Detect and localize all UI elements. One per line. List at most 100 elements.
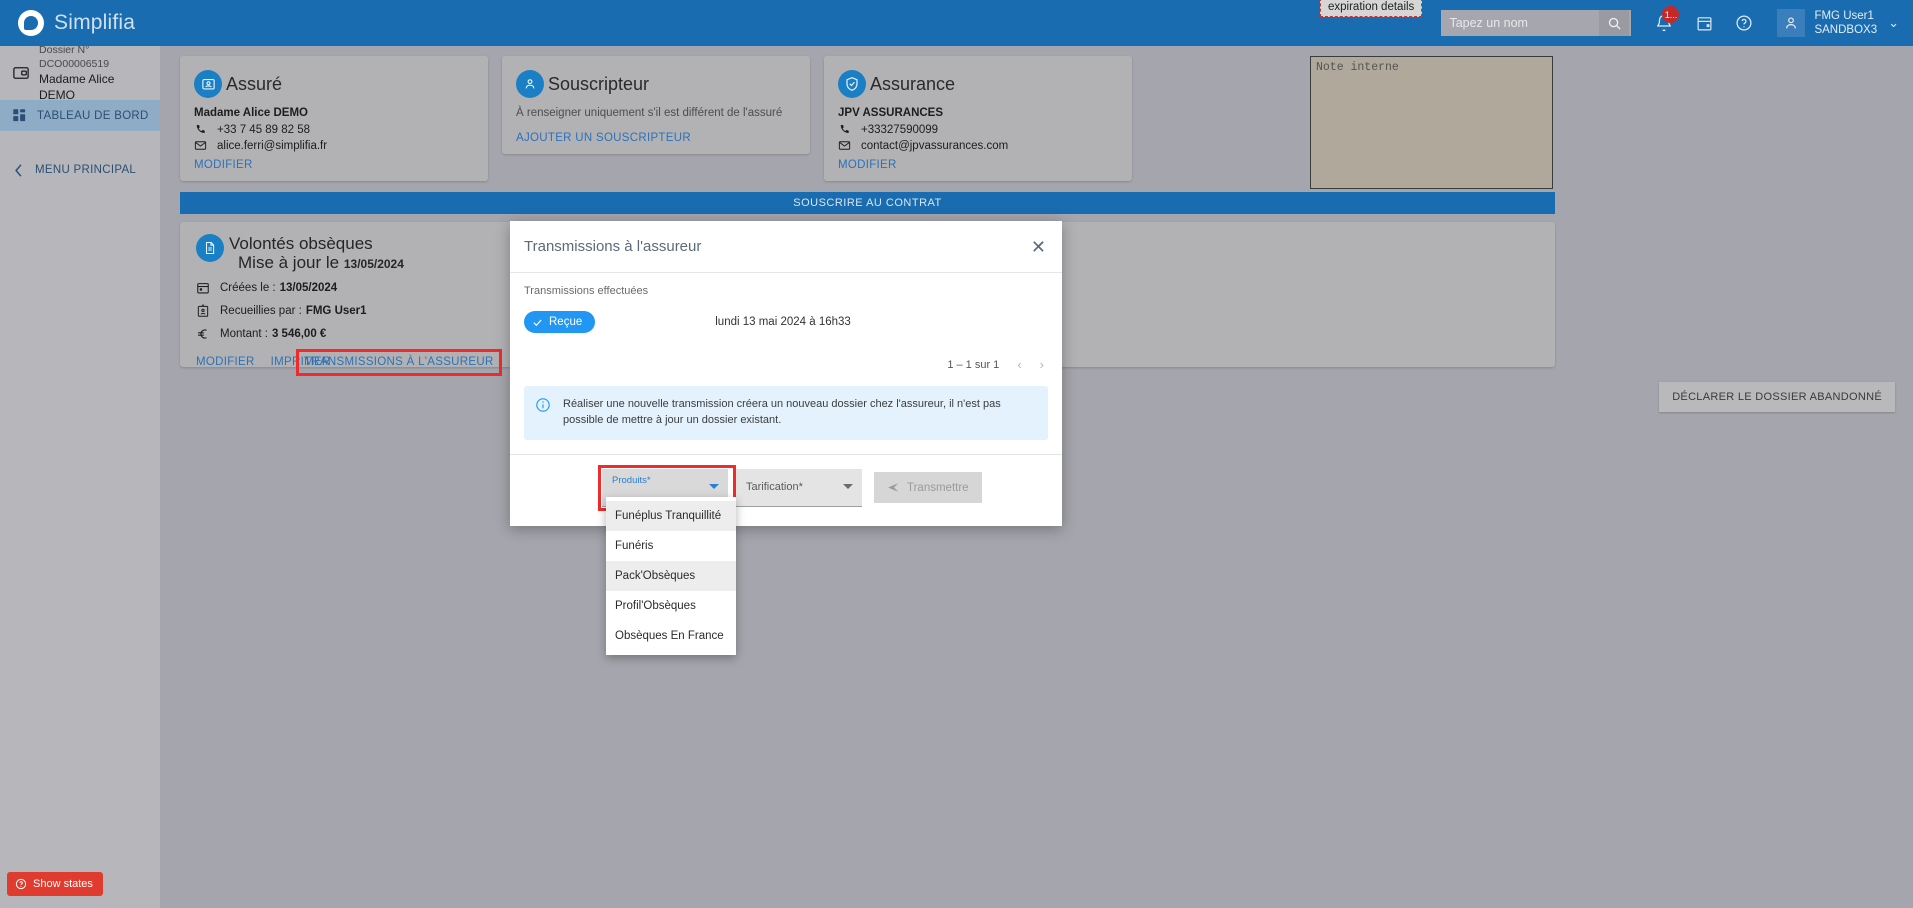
transmissions-modal: Transmissions à l'assureur ✕ Transmissio… <box>510 221 1062 526</box>
volontes-subtitle-row: Mise à jour le 13/05/2024 <box>229 253 404 272</box>
volontes-titles: Volontés obsèques Mise à jour le 13/05/2… <box>229 234 404 272</box>
user-names: FMG User1 SANDBOX3 <box>1814 9 1877 38</box>
volontes-update-date: 13/05/2024 <box>343 257 404 272</box>
dossier-summary[interactable]: Dossier N° DCO00006519 Madame Alice DEMO <box>0 44 160 102</box>
modal-controls: Produits* Tarification* Transmettre <box>524 455 1048 511</box>
search-input[interactable] <box>1441 16 1600 30</box>
status-badge[interactable]: Reçue <box>524 311 596 333</box>
assure-email-row: alice.ferri@simplifia.fr <box>194 139 472 152</box>
chevron-down-icon <box>843 483 853 489</box>
send-icon <box>888 483 899 493</box>
simplifia-logo-icon <box>18 10 44 36</box>
wallet-icon <box>13 67 29 79</box>
check-icon <box>533 319 542 326</box>
chevron-down-icon[interactable]: ⌄ <box>1888 15 1899 31</box>
show-states-button[interactable]: Show states <box>7 872 103 896</box>
status-badge-label: Reçue <box>549 316 583 328</box>
notifications-button[interactable]: 1... <box>1653 6 1680 34</box>
id-badge-icon <box>197 304 209 317</box>
assurance-phone-row: +33327590099 <box>838 123 1116 136</box>
dropdown-option[interactable]: Funéris <box>606 531 736 561</box>
phone-icon <box>196 124 205 133</box>
assurance-phone: +33327590099 <box>861 123 939 136</box>
document-icon <box>196 234 224 262</box>
dossier-name: Madame Alice DEMO <box>39 71 115 103</box>
avatar <box>1777 9 1806 37</box>
pagination: 1 – 1 sur 1 ‹ › <box>524 357 1048 372</box>
volontes-created-date: 13/05/2024 <box>279 282 338 295</box>
ajouter-souscripteur-link[interactable]: AJOUTER UN SOUSCRIPTEUR <box>516 132 691 144</box>
close-icon[interactable]: ✕ <box>1031 238 1046 256</box>
dossier-number: Dossier N° DCO00006519 <box>39 43 110 70</box>
assurance-email-row: contact@jpvassurances.com <box>838 139 1116 152</box>
mail-icon <box>838 141 851 150</box>
produits-dropdown-menu: Funéplus Tranquillité Funéris Pack'Obsèq… <box>606 497 736 655</box>
note-interne-wrapper <box>1310 56 1553 194</box>
search-box[interactable] <box>1441 10 1632 36</box>
assure-modifier-link[interactable]: MODIFIER <box>194 159 253 171</box>
brand[interactable]: Simplifia <box>0 10 200 36</box>
subscriber-person-icon <box>516 70 544 98</box>
volontes-transmissions-link[interactable]: TRANSMISSIONS À L'ASSUREUR <box>304 356 494 368</box>
modal-header: Transmissions à l'assureur ✕ <box>510 221 1062 273</box>
modal-body: Transmissions effectuées Reçue lundi 13 … <box>510 273 1062 511</box>
dashboard-icon <box>13 109 26 122</box>
help-circle-icon <box>15 878 27 890</box>
dropdown-option[interactable]: Pack'Obsèques <box>606 561 736 591</box>
transmettre-button[interactable]: Transmettre <box>874 472 982 504</box>
volontes-title: Volontés obsèques <box>229 234 373 253</box>
help-icon[interactable] <box>1733 12 1755 34</box>
card-souscripteur-header: Souscripteur <box>516 70 794 98</box>
dropdown-option[interactable]: Profil'Obsèques <box>606 591 736 621</box>
pagination-range: 1 – 1 sur 1 <box>947 358 1000 371</box>
info-icon <box>536 398 550 412</box>
euro-icon <box>198 329 207 339</box>
phone-icon <box>840 124 849 133</box>
transmissions-highlight-box: TRANSMISSIONS À L'ASSUREUR <box>296 349 502 377</box>
transmissions-effectuees-label: Transmissions effectuées <box>524 285 649 297</box>
search-icon[interactable] <box>1599 10 1630 36</box>
declarer-dossier-abandonne-button[interactable]: DÉCLARER LE DOSSIER ABANDONNÉ <box>1659 382 1895 412</box>
notification-badge: 1... <box>1662 6 1680 23</box>
brand-name: Simplifia <box>54 11 136 34</box>
note-interne-textarea[interactable] <box>1310 56 1553 189</box>
tarification-select-label: Tarification* <box>746 480 803 493</box>
assure-phone: +33 7 45 89 82 58 <box>217 123 311 136</box>
dossier-text: Dossier N° DCO00006519 Madame Alice DEMO <box>39 43 150 104</box>
insured-person-icon <box>194 70 222 98</box>
sidebar-item-menu-principal[interactable]: MENU PRINCIPAL <box>0 155 160 185</box>
volontes-amount-label: Montant : <box>220 328 268 341</box>
sidebar: Dossier N° DCO00006519 Madame Alice DEMO… <box>0 44 160 908</box>
shield-icon <box>838 70 866 98</box>
transmission-row: Reçue lundi 13 mai 2024 à 16h33 <box>524 311 1048 333</box>
volontes-collected-label: Recueillies par : <box>220 305 302 318</box>
show-states-label: Show states <box>33 878 93 890</box>
volontes-created-label: Créées le : <box>220 282 276 295</box>
mail-icon <box>194 141 207 150</box>
chevron-right-icon[interactable]: › <box>1040 357 1044 372</box>
card-assurance: Assurance JPV ASSURANCES +33327590099 co… <box>824 56 1132 181</box>
expiration-details-tooltip: expiration details <box>1320 0 1423 17</box>
dropdown-option[interactable]: Obsèques En France <box>606 621 736 651</box>
volontes-modifier-link[interactable]: MODIFIER <box>196 356 255 368</box>
calendar-icon[interactable] <box>1693 12 1715 34</box>
card-assurance-header: Assurance <box>838 70 1116 98</box>
calendar-icon <box>197 283 209 294</box>
tarification-select[interactable]: Tarification* <box>736 468 862 507</box>
souscrire-au-contrat-button[interactable]: SOUSCRIRE AU CONTRAT <box>180 192 1555 214</box>
assurance-modifier-link[interactable]: MODIFIER <box>838 159 897 171</box>
sidebar-item-label: TABLEAU DE BORD <box>37 109 149 122</box>
volontes-subtitle: Mise à jour le <box>238 253 340 273</box>
card-assure-header: Assuré <box>194 70 472 98</box>
top-bar: Simplifia 1... <box>0 0 1913 46</box>
chevron-left-icon <box>15 163 22 177</box>
assure-name: Madame Alice DEMO <box>194 107 308 119</box>
sidebar-item-tableau-de-bord[interactable]: TABLEAU DE BORD <box>0 100 160 131</box>
dropdown-option[interactable]: Funéplus Tranquillité <box>606 501 736 531</box>
user-menu[interactable]: FMG User1 SANDBOX3 ⌄ <box>1777 9 1899 38</box>
chevron-left-icon[interactable]: ‹ <box>1017 357 1021 372</box>
topbar-icons: 1... <box>1653 6 1755 34</box>
info-cards: Assuré Madame Alice DEMO +33 7 45 89 82 … <box>180 56 1132 181</box>
card-assure-title: Assuré <box>226 73 283 94</box>
